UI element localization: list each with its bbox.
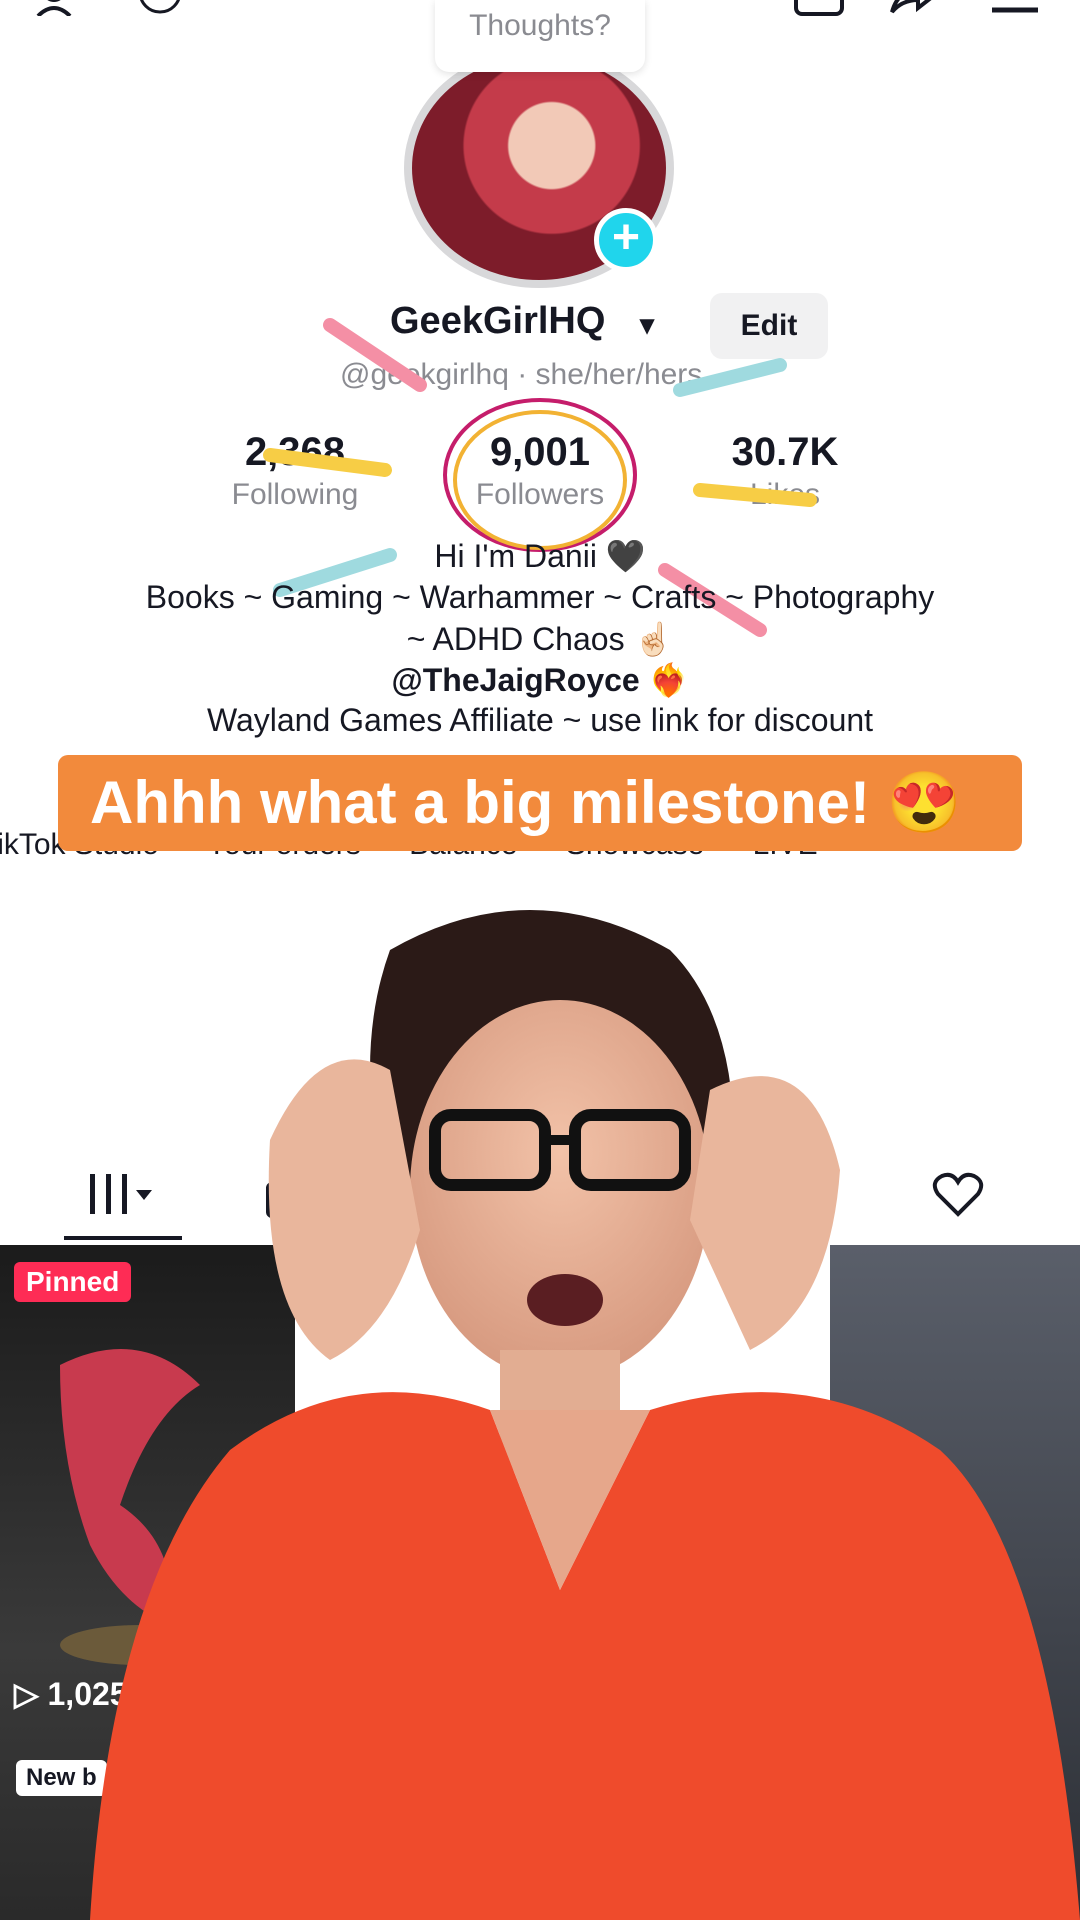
add-story-plus-icon[interactable]: + xyxy=(594,208,658,272)
bio-mention-link[interactable]: @TheJaigRoyce ❤️‍🔥 xyxy=(0,661,1080,699)
bio-line: Wayland Games Affiliate ~ use link for d… xyxy=(206,702,874,738)
menu-icon[interactable] xyxy=(990,0,1040,16)
bio-line: Books ~ Gaming ~ Warhammer ~ Crafts ~ Ph… xyxy=(145,579,935,615)
add-friend-icon[interactable] xyxy=(36,0,86,18)
bookmark-icon[interactable] xyxy=(794,0,844,16)
bio-line: Hi I'm Danii 🖤 xyxy=(434,538,646,574)
bio-line: ~ ADHD Chaos ☝🏻 xyxy=(406,621,674,657)
reaction-overlay-person xyxy=(90,910,1080,1920)
play-icon: ▷ xyxy=(14,1676,39,1712)
caption-banner: Ahhh what a big milestone! 😍 xyxy=(58,755,1022,851)
share-icon[interactable] xyxy=(888,0,938,16)
soccer-ball-icon xyxy=(138,0,188,16)
thoughts-bubble[interactable]: Thoughts? xyxy=(435,0,645,72)
